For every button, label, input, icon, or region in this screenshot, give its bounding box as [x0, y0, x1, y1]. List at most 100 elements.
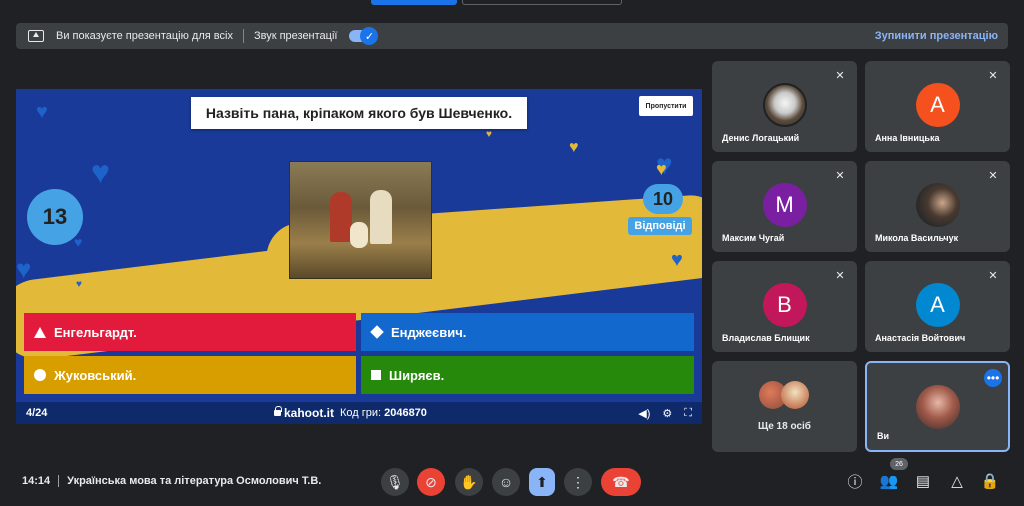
meet-window: Ви показуєте презентацію для всіх Звук п… [0, 0, 1024, 506]
question-progress: 4/24 [26, 407, 48, 419]
mic-off-icon: ✕ [988, 270, 998, 282]
raise-hand-icon: ✋ [460, 473, 478, 490]
participant-tile[interactable]: ✕ А Анна Івницька [865, 61, 1010, 152]
timer-circle: 13 [27, 189, 83, 245]
camera-off-icon: ⊘ [425, 473, 437, 490]
diamond-icon [370, 325, 384, 339]
heart-icon: ♥ [74, 234, 83, 250]
answer-text: Енгельгардт. [54, 324, 137, 340]
check-icon: ✓ [360, 27, 379, 45]
chat-icon[interactable]: ▤ [913, 471, 933, 491]
camera-button[interactable]: ⊘ [417, 468, 445, 496]
kahoot-url: kahoot.it [284, 406, 334, 420]
others-label: Ще 18 осіб [758, 421, 811, 432]
painting-figure [370, 190, 392, 244]
participant-tile[interactable]: ✕ В Владислав Блищик [712, 261, 857, 352]
sound-toggle[interactable]: ✓ [349, 27, 379, 45]
self-label: Ви [877, 431, 890, 441]
raise-hand-button[interactable]: ✋ [455, 468, 483, 496]
people-icon[interactable]: 👥 [879, 471, 899, 491]
avatar: М [762, 183, 807, 227]
kahoot-controls: ◀) ⚙ ⛶ [638, 407, 692, 420]
answer-diamond[interactable]: Енджеєвич. [361, 313, 694, 351]
painting-figure [330, 192, 352, 242]
skip-button[interactable]: Пропустити [639, 96, 693, 116]
question-text: Назвіть пана, кріпаком якого був Шевченк… [191, 97, 527, 129]
answer-square[interactable]: Ширяєв. [361, 356, 694, 394]
answer-circle[interactable]: Жуковський. [24, 356, 356, 394]
answer-text: Ширяєв. [389, 367, 445, 383]
avatar [780, 381, 809, 409]
circle-icon [34, 369, 46, 381]
control-bar: 14:14 Українська мова та література Осмо… [0, 458, 1024, 506]
mic-off-icon: ✕ [835, 170, 845, 182]
meeting-title: Українська мова та література Осмолович … [67, 475, 322, 487]
participant-tile[interactable]: ✕ А Анастасія Войтович [865, 261, 1010, 352]
top-tab-inactive[interactable] [462, 0, 622, 5]
game-pin: 2046870 [384, 407, 427, 419]
avatar [915, 385, 960, 429]
avatar [915, 183, 960, 227]
answer-text: Жуковський. [54, 367, 137, 383]
lock-icon [274, 406, 282, 416]
answer-triangle[interactable]: Енгельгардт. [24, 313, 356, 351]
avatar: А [915, 83, 960, 127]
end-call-icon: ☎ [612, 473, 630, 490]
heart-icon: ♥ [16, 254, 32, 284]
activities-icon[interactable]: △ [947, 471, 967, 491]
answers-label: Відповіді [628, 217, 692, 235]
present-button[interactable]: ⬆ [529, 468, 555, 496]
participant-name: Максим Чугай [722, 233, 785, 243]
participant-tile[interactable]: ✕ Денис Логацький [712, 61, 857, 152]
avatar: В [762, 283, 807, 327]
present-icon: ⬆ [536, 473, 548, 490]
kahoot-slide: ♥ ♥ ♥ ♥ ♥ ♥ ♥ ♥ ♥ ♥ Назвіть пана, кріпак… [16, 89, 702, 424]
heart-icon: ♥ [656, 159, 667, 179]
kahoot-footer: 4/24 kahoot.it Код гри: 2046870 ◀) ⚙ ⛶ [16, 402, 702, 424]
more-options-icon: ⋮ [571, 473, 585, 490]
divider [242, 29, 244, 43]
participant-tile[interactable]: ✕ Микола Васильчук [865, 161, 1010, 252]
answers-count: 10 [643, 184, 683, 214]
triangle-icon [34, 326, 46, 338]
end-call-button[interactable]: ☎ [601, 468, 641, 496]
stop-presentation-button[interactable]: Зупинити презентацію [875, 30, 998, 42]
top-tab-strip [0, 0, 1024, 8]
present-icon [28, 30, 44, 42]
painting-figure [350, 222, 368, 248]
volume-icon[interactable]: ◀) [638, 407, 650, 420]
more-options-button[interactable]: ⋮ [564, 468, 592, 496]
presentation-message: Ви показуєте презентацію для всіх [56, 30, 233, 42]
host-controls-icon[interactable]: 🔒 [980, 471, 1000, 491]
meeting-details: 14:14 Українська мова та література Осмо… [22, 475, 321, 487]
mic-button[interactable]: 🎙 [381, 468, 409, 496]
sound-label: Звук презентації [253, 30, 338, 42]
square-icon [371, 370, 381, 380]
self-tile[interactable]: ••• Ви [865, 361, 1010, 452]
mic-icon: 🎙 [386, 473, 404, 490]
heart-icon: ♥ [569, 139, 579, 156]
more-options-icon[interactable]: ••• [984, 369, 1002, 387]
info-icon[interactable]: ⓘ [845, 471, 865, 491]
answer-text: Енджеєвич. [391, 324, 467, 340]
emoji-button[interactable]: ☺ [492, 468, 520, 496]
mic-off-icon: ✕ [835, 270, 845, 282]
fullscreen-icon[interactable]: ⛶ [684, 407, 692, 420]
emoji-icon: ☺ [498, 474, 514, 490]
avatar [762, 83, 807, 127]
heart-icon: ♥ [486, 129, 492, 140]
heart-icon: ♥ [76, 279, 82, 290]
people-count-badge: 26 [890, 458, 908, 470]
others-tile[interactable]: Ще 18 осіб [712, 361, 857, 452]
mic-off-icon: ✕ [988, 70, 998, 82]
participant-name: Денис Логацький [722, 133, 800, 143]
participant-tile[interactable]: ✕ М Максим Чугай [712, 161, 857, 252]
heart-icon: ♥ [671, 249, 683, 271]
avatar: А [915, 283, 960, 327]
heart-icon: ♥ [91, 154, 110, 190]
clock: 14:14 [22, 475, 51, 487]
settings-icon[interactable]: ⚙ [662, 407, 672, 420]
presentation-bar: Ви показуєте презентацію для всіх Звук п… [16, 23, 1008, 49]
others-avatars [757, 381, 813, 411]
top-tab-active[interactable] [371, 0, 457, 5]
